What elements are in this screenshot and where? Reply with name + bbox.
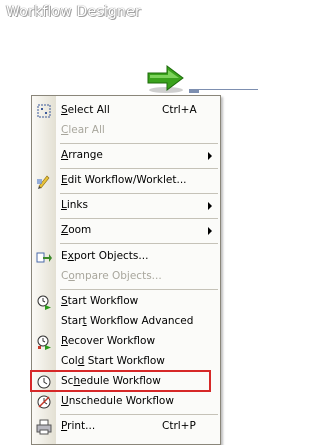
link-line[interactable] bbox=[189, 89, 258, 94]
submenu-arrow-icon bbox=[208, 202, 212, 210]
submenu-arrow-icon bbox=[208, 152, 212, 160]
menu-separator bbox=[60, 143, 218, 144]
menu-item-zoom[interactable]: Zoom bbox=[32, 221, 220, 241]
menu-item-label: Cold Start Workflow bbox=[61, 355, 165, 367]
edit-workflow-icon bbox=[37, 175, 50, 189]
menu-item-start-workflow-advanced[interactable]: Start Workflow Advanced bbox=[32, 312, 220, 332]
menu-item-clear-all: Clear All bbox=[32, 121, 220, 141]
menu-item-links[interactable]: Links bbox=[32, 196, 220, 216]
select-all-icon bbox=[37, 104, 51, 118]
menu-item-export-objects[interactable]: Export Objects... bbox=[32, 247, 220, 267]
menu-item-arrange[interactable]: Arrange bbox=[32, 146, 220, 166]
context-menu: Select All Ctrl+A Clear All Arrange Edit… bbox=[31, 95, 221, 445]
menu-item-label: Start Workflow Advanced bbox=[61, 315, 194, 327]
menu-separator bbox=[60, 218, 218, 219]
menu-separator bbox=[60, 243, 218, 244]
export-objects-icon bbox=[36, 252, 52, 263]
menu-item-label: Recover Workflow bbox=[61, 335, 156, 347]
menu-item-print[interactable]: Print... Ctrl+P bbox=[32, 417, 220, 437]
menu-item-edit-workflow[interactable]: Edit Workflow/Worklet... bbox=[32, 171, 220, 191]
green-arrow-icon[interactable] bbox=[145, 64, 187, 94]
menu-item-label: Clear All bbox=[61, 124, 105, 136]
menu-item-select-all[interactable]: Select All Ctrl+A bbox=[32, 101, 220, 121]
menu-item-label: Print... bbox=[61, 420, 96, 432]
menu-item-label: Links bbox=[61, 199, 88, 211]
menu-item-label: Select All bbox=[61, 104, 110, 116]
menu-item-compare-objects: Compare Objects... bbox=[32, 267, 220, 287]
menu-item-label: Zoom bbox=[61, 224, 92, 236]
menu-item-cold-start-workflow[interactable]: Cold Start Workflow bbox=[32, 352, 220, 372]
menu-item-label: Arrange bbox=[61, 149, 103, 161]
menu-separator bbox=[60, 193, 218, 194]
menu-item-label: Unschedule Workflow bbox=[61, 395, 174, 407]
menu-item-unschedule-workflow[interactable]: Unschedule Workflow bbox=[32, 392, 220, 412]
highlight-box bbox=[30, 370, 211, 392]
unschedule-workflow-icon bbox=[37, 395, 51, 409]
recover-workflow-icon bbox=[37, 335, 51, 350]
window-title: Workflow Designer bbox=[6, 4, 141, 20]
menu-item-label: Compare Objects... bbox=[61, 270, 162, 282]
menu-item-label: Start Workflow bbox=[61, 295, 139, 307]
menu-item-label: Export Objects... bbox=[61, 250, 149, 262]
print-icon bbox=[36, 419, 52, 435]
shortcut-label: Ctrl+P bbox=[162, 420, 196, 432]
start-workflow-icon bbox=[37, 295, 51, 310]
menu-separator bbox=[60, 289, 218, 290]
menu-item-label: Edit Workflow/Worklet... bbox=[61, 174, 187, 186]
shortcut-label: Ctrl+A bbox=[162, 104, 197, 116]
menu-item-recover-workflow[interactable]: Recover Workflow bbox=[32, 332, 220, 352]
menu-item-start-workflow[interactable]: Start Workflow bbox=[32, 292, 220, 312]
submenu-arrow-icon bbox=[208, 227, 212, 235]
menu-separator bbox=[60, 414, 218, 415]
menu-separator bbox=[60, 168, 218, 169]
